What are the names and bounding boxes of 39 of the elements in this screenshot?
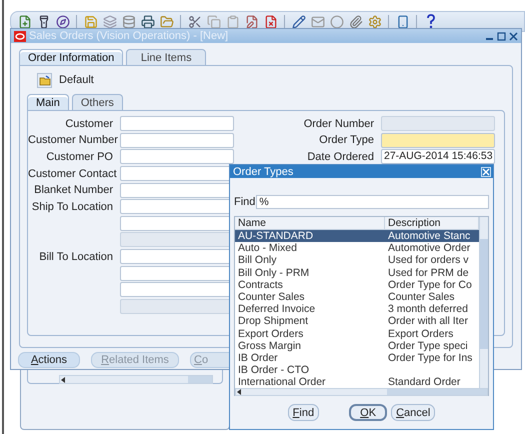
name-text: IB Order xyxy=(238,352,278,364)
description-text: Automotive Stanc xyxy=(388,230,470,242)
description-text: Used for orders v xyxy=(388,254,469,266)
name-text: Bill Only xyxy=(238,254,277,266)
description-text: Order with all Iter xyxy=(388,315,468,328)
name-text: AU-STANDARD xyxy=(238,230,314,242)
description-text: Order Type for Ins xyxy=(388,352,472,364)
field-label: Ship To Location xyxy=(30,200,114,213)
name-text: Deferred Invoice xyxy=(238,303,316,316)
name-text: IB Order - CTO xyxy=(238,364,309,376)
field-label: Customer Number xyxy=(28,134,119,146)
window-title: Sales Orders (Vision Operations) - [New] xyxy=(29,30,230,42)
description-text: 3 month deferred xyxy=(388,303,468,316)
dialog-title: Order Types xyxy=(233,166,294,178)
field-label: Order Number xyxy=(302,118,375,130)
field-label: Order Type xyxy=(318,134,375,146)
field-label: Customer Contact xyxy=(28,168,118,180)
folder-label: Default xyxy=(59,74,94,86)
field-label: Blanket Number xyxy=(33,184,114,196)
name-text: International Order xyxy=(238,376,326,388)
field-label: Bill To Location xyxy=(38,250,114,263)
field-label: Customer xyxy=(64,118,114,130)
description-text: Standard Order xyxy=(388,376,460,388)
description-text: Used for PRM de xyxy=(388,266,469,279)
name-text: Auto - Mixed xyxy=(238,242,297,254)
field-label: Date Ordered xyxy=(306,150,375,163)
name-text: Counter Sales xyxy=(238,290,305,303)
find-label: Find xyxy=(234,196,256,208)
name-text: Bill Only - PRM xyxy=(238,266,310,279)
description-text: Order Type speci xyxy=(388,340,468,352)
field-label: Customer PO xyxy=(45,150,114,163)
name-text: Drop Shipment xyxy=(238,315,308,328)
name-text: Contracts xyxy=(238,278,283,291)
description-text: Automotive Order xyxy=(388,242,470,254)
name-text: Gross Margin xyxy=(238,340,302,352)
description-text: Export Orders xyxy=(388,328,454,340)
description-text: Order Type for Co xyxy=(388,278,472,291)
name-text: Export Orders xyxy=(238,328,304,340)
description-text: Counter Sales xyxy=(388,290,455,303)
